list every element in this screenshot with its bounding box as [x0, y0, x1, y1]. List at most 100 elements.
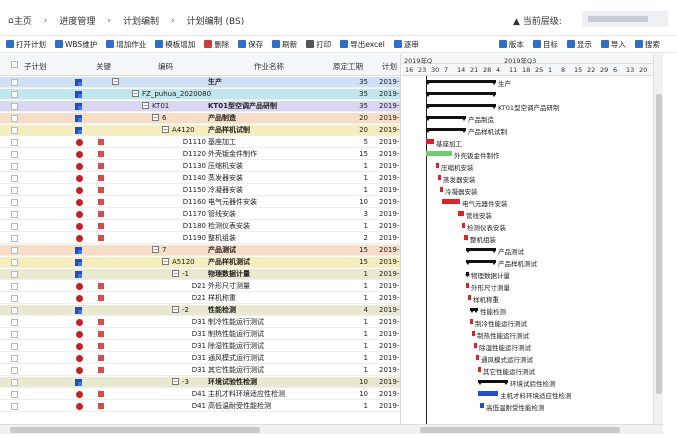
collapse-toggle[interactable]: − — [172, 270, 179, 277]
collapse-toggle[interactable]: − — [172, 378, 179, 385]
breadcrumb-home[interactable]: 主页 — [14, 14, 32, 27]
row-checkbox[interactable] — [11, 115, 18, 122]
row-checkbox[interactable] — [11, 331, 18, 338]
row-checkbox[interactable] — [11, 91, 18, 98]
breadcrumb-plan[interactable]: 计划编制 — [123, 14, 159, 27]
table-row[interactable]: D1160 电气元器件安装 10 2019-( — [0, 197, 400, 208]
gantt-bar[interactable] — [472, 331, 475, 336]
collapse-toggle[interactable]: − — [162, 258, 169, 265]
col-name[interactable]: 作业名称 — [254, 61, 284, 72]
gantt-bar[interactable] — [458, 211, 464, 216]
gantt-bar[interactable] — [470, 319, 473, 324]
toolbar-print-button[interactable]: 打印 — [306, 39, 331, 50]
row-checkbox[interactable] — [11, 103, 18, 110]
row-checkbox[interactable] — [11, 319, 18, 326]
row-checkbox[interactable] — [11, 307, 18, 314]
table-row[interactable]: − FZ_puhua_2020080 35 2019-( — [0, 89, 400, 100]
row-checkbox[interactable] — [11, 139, 18, 146]
col-plan[interactable]: 计划 — [382, 61, 397, 72]
gantt-bar[interactable] — [426, 92, 496, 97]
toolbar-open-plan-button[interactable]: 打开计划 — [6, 39, 46, 50]
row-checkbox[interactable] — [11, 403, 18, 410]
row-checkbox[interactable] — [11, 367, 18, 374]
table-row[interactable]: D1110 基座加工 5 2019-( — [0, 137, 400, 148]
collapse-toggle[interactable]: − — [132, 90, 139, 97]
toolbar-add-task-button[interactable]: 增加作业 — [106, 39, 146, 50]
table-row[interactable]: D31 除湿性能运行测试 1 2019-( — [0, 341, 400, 352]
toolbar-wbs-button[interactable]: WBS维护 — [55, 39, 97, 50]
table-row[interactable]: D1130 压缩机安装 1 2019-( — [0, 161, 400, 172]
table-row[interactable]: D1140 蒸发器安装 1 2019-( — [0, 173, 400, 184]
collapse-toggle[interactable]: − — [112, 78, 119, 85]
row-checkbox[interactable] — [11, 379, 18, 386]
row-checkbox[interactable] — [11, 391, 18, 398]
gantt-bar[interactable] — [478, 380, 508, 385]
toolbar-export-button[interactable]: 导出excel — [340, 39, 385, 50]
gantt-bar[interactable] — [480, 403, 484, 408]
row-checkbox[interactable] — [11, 211, 18, 218]
col-subplan[interactable]: 子计划 — [24, 61, 47, 72]
row-checkbox[interactable] — [11, 163, 18, 170]
table-row[interactable]: D41 主机才料环境适应性检测 10 2019-( — [0, 389, 400, 400]
toolbar-save-button[interactable]: 保存 — [238, 39, 263, 50]
table-row[interactable]: D21 外形尺寸测量 1 2019-( — [0, 281, 400, 292]
row-checkbox[interactable] — [11, 247, 18, 254]
gantt-bar[interactable] — [438, 175, 441, 180]
gantt-bar[interactable] — [468, 295, 471, 300]
gantt-bar[interactable] — [478, 391, 498, 396]
row-checkbox[interactable] — [11, 199, 18, 206]
gantt-bar[interactable] — [426, 139, 434, 144]
gantt-bar[interactable] — [426, 80, 496, 85]
gantt-bar[interactable] — [474, 343, 477, 348]
gantt-bar[interactable] — [462, 223, 465, 228]
toolbar-template-button[interactable]: 模板增加 — [155, 39, 195, 50]
table-row[interactable]: D1190 整机组装 2 2019-( — [0, 233, 400, 244]
gantt-bar[interactable] — [440, 187, 443, 192]
gantt-bar[interactable] — [466, 248, 496, 253]
table-row[interactable]: − 生产 35 2019-( — [0, 77, 400, 88]
gantt-bar[interactable] — [426, 151, 452, 156]
col-duration[interactable]: 原定工期 — [333, 61, 363, 72]
table-row[interactable]: − KT01 KT01型空调产品研制 35 2019-( — [0, 101, 400, 112]
table-row[interactable]: − -2 性能检测 4 2019-( — [0, 305, 400, 316]
collapse-toggle[interactable]: − — [152, 246, 159, 253]
collapse-toggle[interactable]: − — [142, 102, 149, 109]
row-checkbox[interactable] — [11, 235, 18, 242]
collapse-toggle[interactable]: − — [162, 126, 169, 133]
gantt-bar[interactable] — [478, 367, 481, 372]
table-row[interactable]: D1150 冷凝器安装 1 2019-( — [0, 185, 400, 196]
col-code[interactable]: 编码 — [158, 61, 173, 72]
collapse-toggle[interactable]: − — [172, 306, 179, 313]
row-checkbox[interactable] — [11, 175, 18, 182]
gantt-scroll-thumb[interactable] — [420, 427, 620, 433]
row-checkbox[interactable] — [11, 151, 18, 158]
collapse-toggle[interactable]: − — [152, 114, 159, 121]
toolbar-target-button[interactable]: 目标 — [532, 39, 558, 50]
gantt-bar[interactable] — [466, 283, 469, 288]
toolbar-refresh-button[interactable]: 刷新 — [272, 39, 297, 50]
table-row[interactable]: −6 产品制造 20 2019-( — [0, 113, 400, 124]
toolbar-delete-button[interactable]: 删除 — [204, 39, 229, 50]
table-row[interactable]: D21 样机称重 1 2019-( — [0, 293, 400, 304]
table-row[interactable]: D31 制热性能运行测试 1 2019-( — [0, 329, 400, 340]
table-row[interactable]: − A4120 产品样机试制 20 2019-( — [0, 125, 400, 136]
table-row[interactable]: − A5120 产品样机测试 15 2019-( — [0, 257, 400, 268]
row-checkbox[interactable] — [11, 127, 18, 134]
toolbar-display-button[interactable]: 显示 — [566, 39, 592, 50]
toolbar-search-button[interactable]: 搜索 — [634, 39, 660, 50]
gantt-bar[interactable] — [464, 235, 468, 240]
gantt-bar[interactable] — [465, 272, 470, 277]
table-row[interactable]: D31 通风模式运行测试 1 2019-( — [0, 353, 400, 364]
row-checkbox[interactable] — [11, 283, 18, 290]
gantt-bar[interactable] — [426, 104, 496, 109]
gantt-bar[interactable] — [466, 260, 496, 265]
breadcrumb-progress[interactable]: 进度管理 — [59, 14, 95, 27]
gantt-bar[interactable] — [426, 128, 466, 133]
table-row[interactable]: D31 制冷性能运行测试 1 2019-( — [0, 317, 400, 328]
row-checkbox[interactable] — [11, 271, 18, 278]
gantt-bar[interactable] — [470, 308, 478, 313]
table-row[interactable]: D31 其它性能运行测试 1 2019-( — [0, 365, 400, 376]
toolbar-version-button[interactable]: 版本 — [498, 39, 524, 50]
row-checkbox[interactable] — [11, 355, 18, 362]
row-checkbox[interactable] — [11, 187, 18, 194]
